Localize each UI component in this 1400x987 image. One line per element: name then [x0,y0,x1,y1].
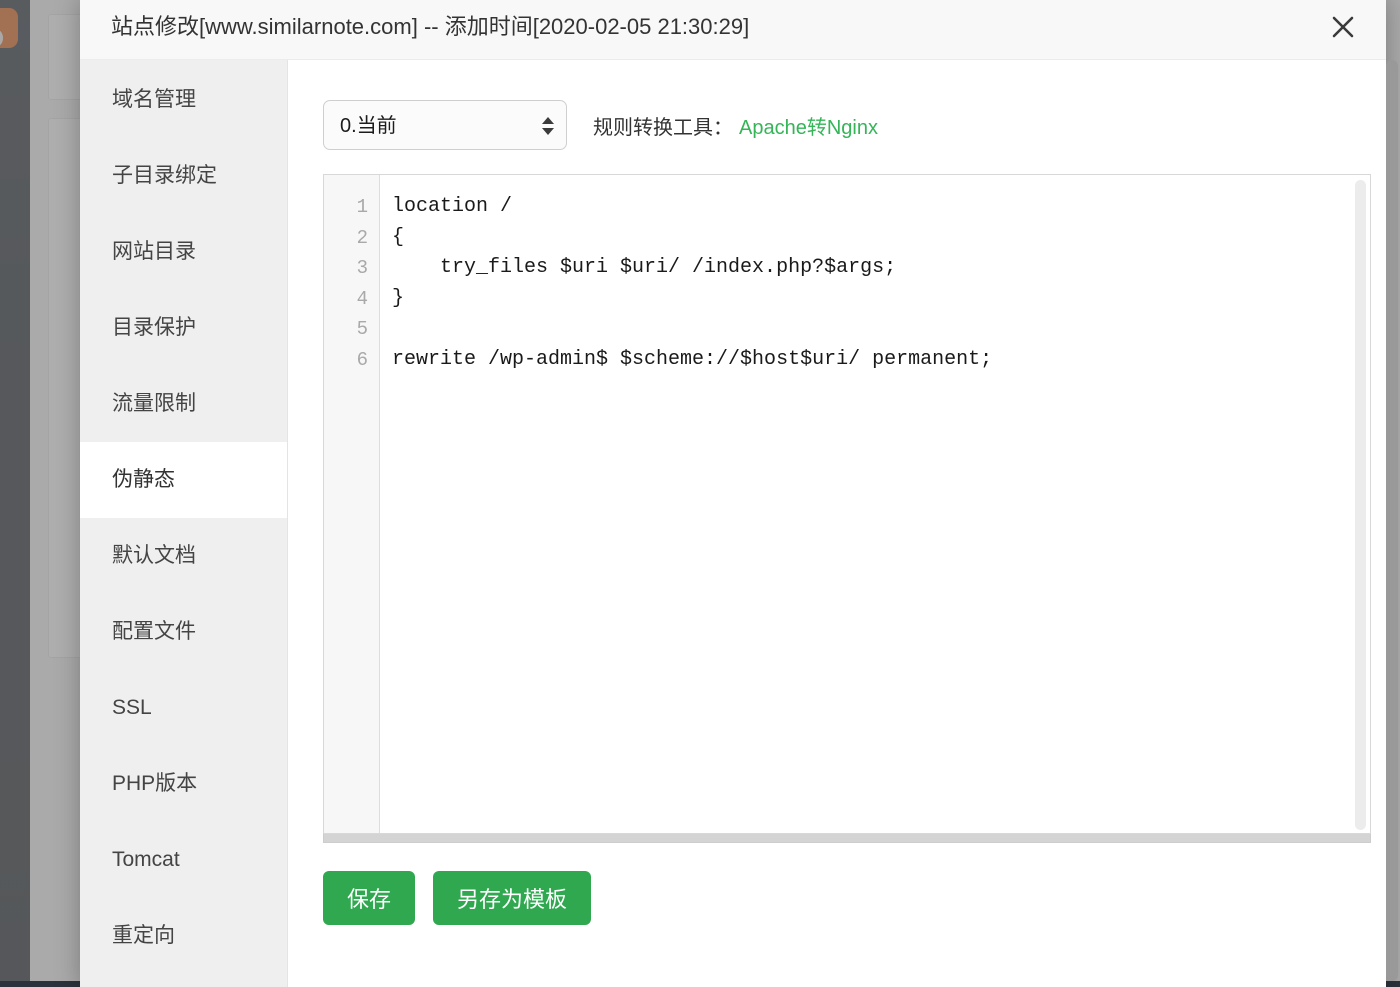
line-number: 1 [324,192,379,223]
rule-converter-label: 规则转换工具： [593,111,733,140]
stepper-arrows-icon [542,101,554,151]
sidebar-item-tomcat[interactable]: Tomcat [80,822,287,898]
toolbar-row: 0.当前 规则转换工具： Apache转Nginx [323,100,1371,150]
sidebar-item-domain-management[interactable]: 域名管理 [80,62,287,138]
code-line: rewrite /wp-admin$ $scheme://$host$uri/ … [392,345,1370,376]
sidebar-item-rewrite[interactable]: 伪静态 [80,442,287,518]
rule-template-select[interactable]: 0.当前 [323,100,567,150]
save-button[interactable]: 保存 [323,871,415,925]
modal-title: 站点修改[www.similarnote.com] -- 添加时间[2020-0… [111,0,749,60]
rewrite-code-editor[interactable]: 1 2 3 4 5 6 location / { try_files $uri … [323,174,1371,834]
code-line: location / [392,192,1370,223]
chevron-down-icon [542,128,554,135]
editor-code-area[interactable]: location / { try_files $uri $uri/ /index… [380,175,1370,833]
editor-scrollbar-thumb[interactable] [1355,180,1366,830]
editor-line-number-gutter: 1 2 3 4 5 6 [324,175,380,833]
line-number: 6 [324,345,379,376]
modal-header: 站点修改[www.similarnote.com] -- 添加时间[2020-0… [80,0,1386,60]
sidebar-item-traffic-limit[interactable]: 流量限制 [80,366,287,442]
line-number: 3 [324,253,379,284]
sidebar-item-php-version[interactable]: PHP版本 [80,746,287,822]
editor-resize-handle[interactable] [323,834,1371,843]
sidebar-item-directory-protection[interactable]: 目录保护 [80,290,287,366]
chevron-up-icon [542,117,554,124]
code-line: } [392,284,1370,315]
sidebar-item-config-file[interactable]: 配置文件 [80,594,287,670]
rule-template-select-value: 0.当前 [340,101,397,151]
code-line [392,314,1370,345]
code-line: try_files $uri $uri/ /index.php?$args; [392,253,1370,284]
modal-body: 域名管理 子目录绑定 网站目录 目录保护 流量限制 伪静态 默认文档 配置文件 … [80,60,1386,987]
code-line: { [392,223,1370,254]
editor-scrollbar-track[interactable] [1354,176,1369,834]
apache-to-nginx-link[interactable]: Apache转Nginx [739,111,878,140]
rewrite-settings-panel: 0.当前 规则转换工具： Apache转Nginx 1 2 3 4 5 6 [288,60,1386,987]
page-scrollbar-thumb[interactable] [1386,60,1398,981]
line-number: 2 [324,223,379,254]
site-edit-modal: 站点修改[www.similarnote.com] -- 添加时间[2020-0… [80,0,1386,987]
sidebar-item-subdirectory-binding[interactable]: 子目录绑定 [80,138,287,214]
close-icon[interactable] [1322,6,1364,48]
page-scrollbar-track[interactable] [1384,0,1400,981]
sidebar-item-redirect[interactable]: 重定向 [80,898,287,974]
sidebar-item-website-directory[interactable]: 网站目录 [80,214,287,290]
action-buttons-row: 保存 另存为模板 [323,871,1371,925]
sidebar-item-default-document[interactable]: 默认文档 [80,518,287,594]
save-as-template-button[interactable]: 另存为模板 [433,871,591,925]
sidebar-item-ssl[interactable]: SSL [80,670,287,746]
modal-sidebar: 域名管理 子目录绑定 网站目录 目录保护 流量限制 伪静态 默认文档 配置文件 … [80,60,288,987]
line-number: 4 [324,284,379,315]
line-number: 5 [324,314,379,345]
